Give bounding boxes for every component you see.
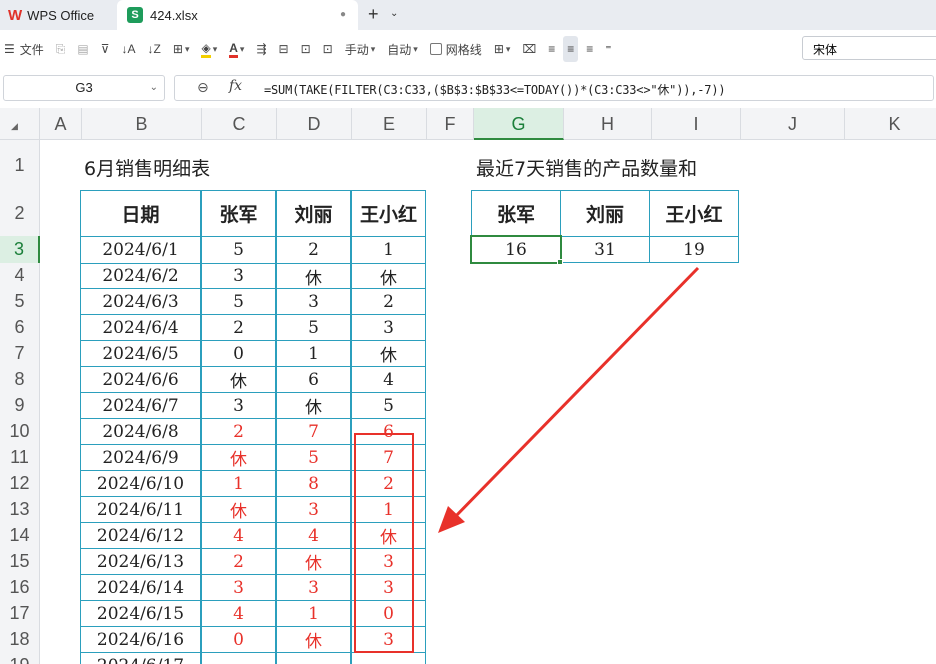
insert-col-icon[interactable]: ⊡ xyxy=(319,36,337,62)
chevron-down-icon: ▾ xyxy=(212,43,218,54)
chevron-down-icon: ▾ xyxy=(370,43,376,54)
sort-descending-icon[interactable]: ↓Z xyxy=(144,36,165,62)
chevron-down-icon[interactable]: ⌄ xyxy=(150,76,158,100)
sort-ascending-icon[interactable]: ↓A xyxy=(118,36,140,62)
manual-button[interactable]: 手动 ▾ xyxy=(341,36,380,62)
spreadsheet-icon: S xyxy=(127,7,143,23)
wps-logo-icon: W xyxy=(8,6,23,24)
chevron-down-icon: ▾ xyxy=(505,43,511,54)
zoom-icon[interactable]: ⊖ xyxy=(197,79,209,96)
font-name-select[interactable]: 宋体 xyxy=(802,36,936,60)
ribbon-toolbar: ☰ 文件 ⎘ ▤ ⊽ ↓A ↓Z ⊞ ▾ ◈ ▾ A ▾ ⇶ ⊟ ⊡ ⊡ 手动 ▾ 自动… xyxy=(0,30,936,68)
align-right-icon[interactable]: ≡ xyxy=(582,36,597,62)
auto-button[interactable]: 自动 ▾ xyxy=(383,36,422,62)
borders-button[interactable]: ⊞ ▾ xyxy=(169,36,194,62)
file-menu-label: 文件 xyxy=(19,42,44,57)
gridlines-toggle[interactable]: 网格线 xyxy=(426,36,486,62)
clear-format-icon[interactable]: ⌧ xyxy=(518,36,540,62)
hamburger-icon: ☰ xyxy=(4,42,15,56)
formula-input[interactable]: ⊖ fx =SUM(TAKE(FILTER(C3:C33,($B$3:$B$33… xyxy=(174,75,934,101)
arrow-shaft xyxy=(450,266,700,522)
unsaved-dot-icon[interactable]: ● xyxy=(340,9,346,20)
fill-bucket-icon: ◈ xyxy=(201,41,211,58)
title-bar: W WPS Office S 424.xlsx ● + ⌄ xyxy=(0,0,936,30)
chevron-down-icon: ▾ xyxy=(184,43,190,54)
font-name-value: 宋体 xyxy=(813,43,838,57)
merge-cells-icon[interactable]: ⊟ xyxy=(275,36,293,62)
auto-label: 自动 xyxy=(387,42,412,57)
tab-file-label: 424.xlsx xyxy=(150,7,198,23)
gridlines-checkbox[interactable] xyxy=(429,43,442,55)
formula-text[interactable]: =SUM(TAKE(FILTER(C3:C33,($B$3:$B$33<=TOD… xyxy=(264,81,726,98)
wrap-text-icon[interactable]: ⇶ xyxy=(252,36,270,62)
filter-icon[interactable]: ⊽ xyxy=(97,36,114,62)
cell-ref: G3 xyxy=(75,80,93,95)
chevron-down-icon: ▾ xyxy=(239,43,245,54)
annotation-arrow xyxy=(438,266,700,533)
gridlines-label: 网格线 xyxy=(445,42,482,57)
font-color-button[interactable]: A ▾ xyxy=(225,36,248,62)
insert-row-icon[interactable]: ⊡ xyxy=(297,36,315,62)
align-center-icon[interactable]: ≡ xyxy=(563,36,579,62)
chevron-down-icon[interactable]: ⌄ xyxy=(390,8,398,19)
name-box[interactable]: G3 ⌄ xyxy=(3,75,165,101)
tab-file[interactable]: S 424.xlsx ● xyxy=(117,0,358,30)
chevron-down-icon: ▾ xyxy=(413,43,418,54)
tab-wps-office[interactable]: W WPS Office xyxy=(0,0,115,30)
new-tab-plus-icon[interactable]: + xyxy=(368,4,379,25)
align-top-icon[interactable]: ⁼ xyxy=(601,36,615,62)
manual-label: 手动 xyxy=(344,42,369,57)
formula-bar: G3 ⌄ ⊖ fx =SUM(TAKE(FILTER(C3:C33,($B$3:… xyxy=(0,72,936,104)
spreadsheet-grid[interactable]: ◢ A B C D E F G H I J K 1 2 3 4 5 6 7 8 9 10 11 12 13 14 15 16 17 18… xyxy=(0,108,936,664)
fill-color-button[interactable]: ◈ ▾ xyxy=(197,36,221,62)
font-color-icon: A xyxy=(229,41,238,58)
fx-icon[interactable]: fx xyxy=(229,78,242,94)
cell-style-button[interactable]: ⊞ ▾ xyxy=(490,36,515,62)
align-left-icon[interactable]: ≡ xyxy=(544,36,559,62)
tab-home-label: WPS Office xyxy=(27,7,95,23)
file-menu-button[interactable]: ☰ 文件 xyxy=(0,36,48,62)
paste-button[interactable]: ▤ xyxy=(73,36,92,62)
format-painter-button[interactable]: ⎘ xyxy=(52,36,70,62)
